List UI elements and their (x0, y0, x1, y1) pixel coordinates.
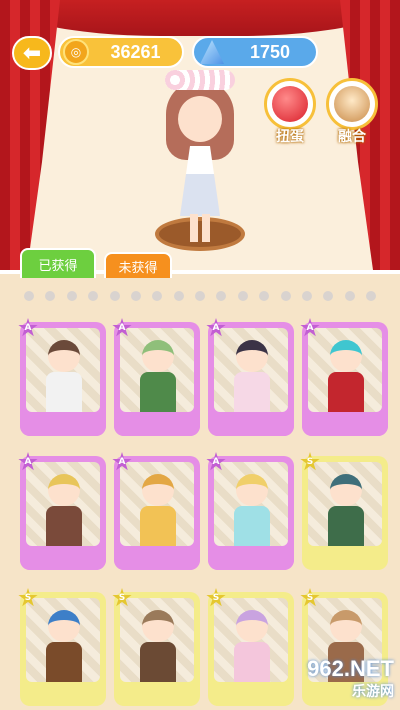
portrait-head (142, 610, 174, 642)
coin-counter: ◎ 36261 (58, 36, 184, 68)
dot (259, 291, 270, 301)
gem-counter: 1750 (192, 36, 318, 68)
gem-icon (200, 40, 224, 64)
dot (216, 291, 227, 301)
portrait-body (140, 372, 176, 412)
card-portrait (214, 462, 288, 546)
character-card[interactable]: S (18, 588, 106, 706)
dot (152, 291, 163, 301)
character-card[interactable]: A x2 (18, 452, 106, 570)
dot (195, 291, 205, 301)
card-count: x2 (369, 421, 382, 432)
character-card[interactable]: A (206, 318, 294, 436)
doll-legs (190, 214, 210, 242)
portrait-body (328, 506, 364, 546)
portrait-body (46, 506, 82, 546)
portrait-body (46, 372, 82, 412)
portrait-head (330, 340, 362, 372)
character-card[interactable]: A (206, 452, 294, 570)
portrait-head (48, 474, 80, 506)
card-portrait (214, 328, 288, 412)
portrait-head (48, 610, 80, 642)
dot (366, 291, 376, 301)
card-count: x2 (87, 555, 100, 566)
dot (237, 291, 248, 301)
card-portrait (120, 328, 194, 412)
dot (323, 291, 334, 301)
portrait-head (142, 474, 174, 506)
portrait-head (236, 610, 268, 642)
dot (280, 291, 291, 301)
card-portrait (26, 598, 100, 682)
doll-character (160, 70, 240, 245)
dot (66, 291, 77, 301)
portrait-head (330, 610, 362, 642)
gacha-button[interactable] (264, 78, 316, 130)
fuse-icon (334, 86, 370, 122)
dot (24, 291, 34, 301)
portrait-body (140, 642, 176, 682)
portrait-body (234, 506, 270, 546)
character-card[interactable]: A x2 (300, 318, 388, 436)
site-watermark: 962.NET 乐游网 (264, 658, 394, 704)
card-portrait (26, 462, 100, 546)
portrait-body (46, 642, 82, 682)
dot (109, 291, 120, 301)
card-portrait (120, 598, 194, 682)
character-card[interactable]: S (112, 588, 200, 706)
gacha-label: 扭蛋 (276, 129, 304, 145)
card-portrait (308, 462, 382, 546)
card-portrait (120, 462, 194, 546)
curtain-valance (0, 0, 400, 36)
dot (45, 291, 56, 301)
character-card[interactable]: A (18, 318, 106, 436)
character-card[interactable]: S (300, 452, 388, 570)
flower-crown (165, 70, 235, 90)
capsule-icon (272, 86, 308, 122)
portrait-head (142, 340, 174, 372)
portrait-body (328, 372, 364, 412)
character-card[interactable]: A (112, 318, 200, 436)
tab-owned[interactable]: 已获得 (20, 248, 96, 278)
portrait-head (330, 474, 362, 506)
doll-face (178, 96, 222, 142)
portrait-head (236, 340, 268, 372)
fuse-label: 融合 (338, 129, 366, 145)
fuse-button[interactable] (326, 78, 378, 130)
panel-dots-decoration (12, 284, 388, 308)
arrow-left-icon: ⬅ (22, 40, 42, 66)
watermark-sub: 乐游网 (352, 683, 394, 699)
coin-icon: ◎ (63, 39, 89, 65)
card-portrait (308, 328, 382, 412)
portrait-head (236, 474, 268, 506)
gem-value: 1750 (249, 41, 291, 62)
dot (173, 291, 184, 301)
character-card[interactable]: A (112, 452, 200, 570)
dot (130, 291, 141, 301)
card-portrait (26, 328, 100, 412)
portrait-body (234, 372, 270, 412)
dot (88, 291, 99, 301)
portrait-body (140, 506, 176, 546)
dot (344, 291, 355, 301)
portrait-head (48, 340, 80, 372)
dot (301, 291, 312, 301)
coin-value: 36261 (110, 41, 161, 62)
back-button[interactable]: ⬅ (12, 36, 52, 70)
watermark-main: 962.NET (307, 656, 394, 681)
tab-unowned[interactable]: 未获得 (104, 252, 172, 278)
